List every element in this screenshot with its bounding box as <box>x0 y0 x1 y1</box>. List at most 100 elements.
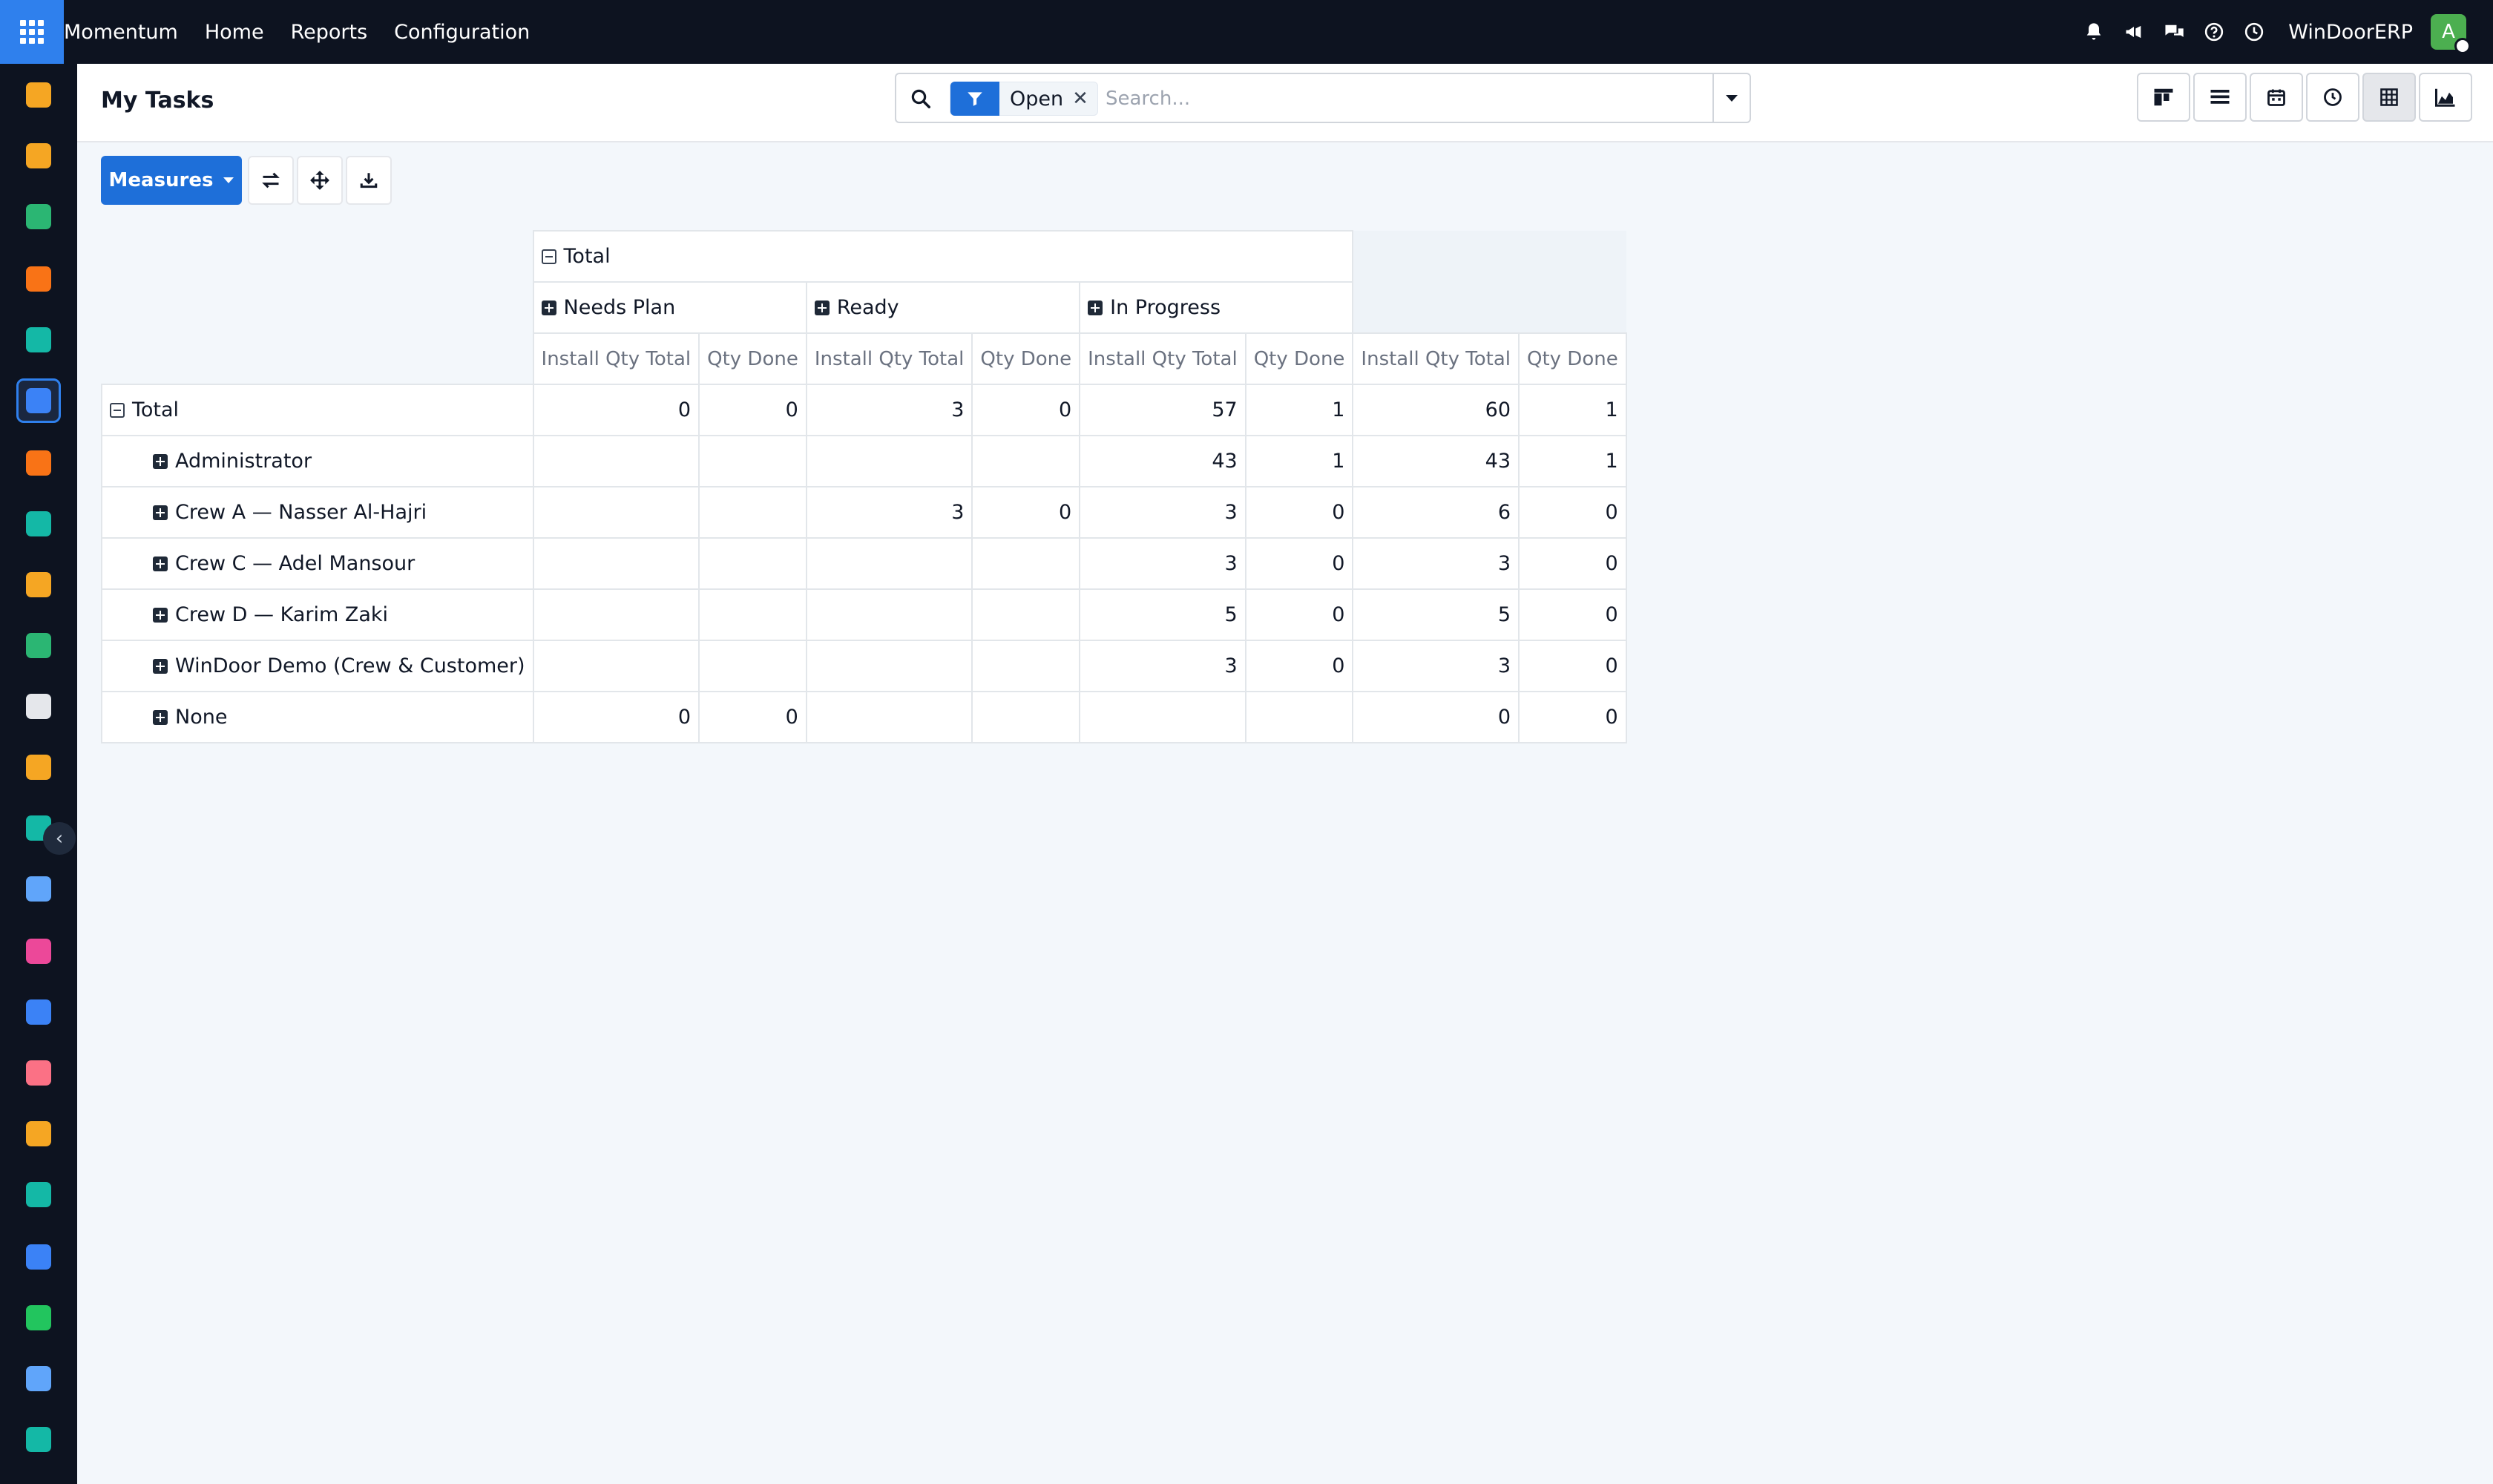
measure-header[interactable]: Install Qty Total <box>805 332 973 385</box>
table-cell[interactable]: 1 <box>1518 384 1627 436</box>
sidebar-app-11[interactable] <box>16 745 61 789</box>
download-button[interactable] <box>346 156 392 205</box>
sidebar-app-19[interactable] <box>16 1235 61 1279</box>
table-cell[interactable] <box>532 588 700 641</box>
chat-icon[interactable] <box>2162 20 2186 44</box>
row-header[interactable]: Administrator <box>101 435 534 487</box>
measure-header[interactable]: Install Qty Total <box>532 332 700 385</box>
list-view-button[interactable] <box>2193 73 2247 122</box>
table-cell[interactable] <box>805 537 973 590</box>
app-brand[interactable]: Momentum <box>64 21 178 44</box>
activity-view-button[interactable] <box>2306 73 2359 122</box>
table-cell[interactable]: 3 <box>1352 640 1520 692</box>
table-cell[interactable] <box>805 640 973 692</box>
table-cell[interactable]: 43 <box>1352 435 1520 487</box>
sidebar-app-17[interactable] <box>16 1112 61 1156</box>
sidebar-app-0[interactable] <box>16 73 61 117</box>
measure-header[interactable]: Qty Done <box>1518 332 1627 385</box>
measure-header[interactable]: Qty Done <box>1244 332 1354 385</box>
sidebar-app-13[interactable] <box>16 867 61 911</box>
table-cell[interactable]: 3 <box>805 384 973 436</box>
row-header[interactable]: Crew A — Nasser Al-Hajri <box>101 486 534 539</box>
table-cell[interactable] <box>532 435 700 487</box>
row-header[interactable]: Crew C — Adel Mansour <box>101 537 534 590</box>
sidebar-app-10[interactable] <box>16 684 61 729</box>
menu-configuration[interactable]: Configuration <box>394 21 530 44</box>
search-input[interactable] <box>1106 82 1580 116</box>
table-cell[interactable]: 3 <box>805 486 973 539</box>
col-header-total[interactable]: Total <box>532 230 1354 283</box>
table-cell[interactable]: 57 <box>1079 384 1246 436</box>
row-header[interactable]: None <box>101 691 534 743</box>
measure-header[interactable]: Qty Done <box>698 332 807 385</box>
table-cell[interactable]: 3 <box>1079 486 1246 539</box>
app-menu-button[interactable] <box>0 0 64 64</box>
company-name[interactable]: WinDoorERP <box>2288 21 2413 44</box>
table-cell[interactable]: 0 <box>971 384 1081 436</box>
table-cell[interactable] <box>698 537 807 590</box>
sidebar-app-14[interactable] <box>16 929 61 974</box>
table-cell[interactable] <box>532 486 700 539</box>
table-cell[interactable] <box>532 537 700 590</box>
table-cell[interactable]: 0 <box>1244 537 1354 590</box>
row-header[interactable]: WinDoor Demo (Crew & Customer) <box>101 640 534 692</box>
pivot-view-button[interactable] <box>2362 73 2416 122</box>
sidebar-app-22[interactable] <box>16 1417 61 1462</box>
menu-reports[interactable]: Reports <box>291 21 368 44</box>
sidebar-app-15[interactable] <box>16 990 61 1034</box>
table-cell[interactable]: 0 <box>1518 640 1627 692</box>
table-cell[interactable] <box>805 435 973 487</box>
table-cell[interactable]: 0 <box>1244 486 1354 539</box>
table-cell[interactable] <box>698 435 807 487</box>
table-cell[interactable]: 0 <box>1518 588 1627 641</box>
table-cell[interactable]: 0 <box>532 691 700 743</box>
measure-header[interactable]: Qty Done <box>971 332 1081 385</box>
measures-dropdown-button[interactable]: Measures <box>101 156 242 205</box>
search-icon[interactable] <box>908 86 933 111</box>
table-cell[interactable]: 0 <box>1352 691 1520 743</box>
table-cell[interactable]: 0 <box>1244 588 1354 641</box>
graph-view-button[interactable] <box>2419 73 2472 122</box>
table-cell[interactable]: 1 <box>1244 435 1354 487</box>
flip-axis-button[interactable] <box>248 156 294 205</box>
sidebar-app-6[interactable] <box>16 441 61 485</box>
sidebar-app-5[interactable] <box>16 378 61 423</box>
bell-icon[interactable] <box>2082 20 2106 44</box>
table-cell[interactable] <box>698 640 807 692</box>
sidebar-app-7[interactable] <box>16 502 61 546</box>
table-cell[interactable]: 3 <box>1352 537 1520 590</box>
table-cell[interactable]: 6 <box>1352 486 1520 539</box>
table-cell[interactable]: 0 <box>1518 537 1627 590</box>
table-cell[interactable]: 0 <box>532 384 700 436</box>
search-options-toggle[interactable] <box>1712 74 1750 122</box>
sidebar-app-16[interactable] <box>16 1051 61 1095</box>
sidebar-app-3[interactable] <box>16 257 61 301</box>
megaphone-icon[interactable] <box>2122 20 2146 44</box>
sidebar-app-4[interactable] <box>16 318 61 362</box>
table-cell[interactable]: 1 <box>1518 435 1627 487</box>
sidebar-collapse-icon[interactable]: ‹ <box>43 822 76 855</box>
kanban-view-button[interactable] <box>2137 73 2190 122</box>
table-cell[interactable] <box>805 691 973 743</box>
sidebar-app-9[interactable] <box>16 623 61 668</box>
user-avatar[interactable]: A <box>2431 14 2471 54</box>
row-header[interactable]: Crew D — Karim Zaki <box>101 588 534 641</box>
table-cell[interactable]: 5 <box>1079 588 1246 641</box>
clock-icon[interactable] <box>2242 20 2266 44</box>
table-cell[interactable] <box>971 537 1081 590</box>
table-cell[interactable] <box>1079 691 1246 743</box>
row-header-total[interactable]: Total <box>101 384 534 436</box>
table-cell[interactable]: 0 <box>1518 691 1627 743</box>
calendar-view-button[interactable] <box>2250 73 2303 122</box>
table-cell[interactable]: 3 <box>1079 640 1246 692</box>
sidebar-app-2[interactable] <box>16 194 61 239</box>
table-cell[interactable] <box>1244 691 1354 743</box>
col-header-needs-plan[interactable]: Needs Plan <box>532 281 807 334</box>
table-cell[interactable]: 0 <box>971 486 1081 539</box>
facet-remove-icon[interactable]: ✕ <box>1072 88 1097 110</box>
measure-header[interactable]: Install Qty Total <box>1079 332 1246 385</box>
table-cell[interactable]: 3 <box>1079 537 1246 590</box>
table-cell[interactable] <box>971 588 1081 641</box>
col-header-in-progress[interactable]: In Progress <box>1079 281 1354 334</box>
measure-header[interactable]: Install Qty Total <box>1352 332 1520 385</box>
